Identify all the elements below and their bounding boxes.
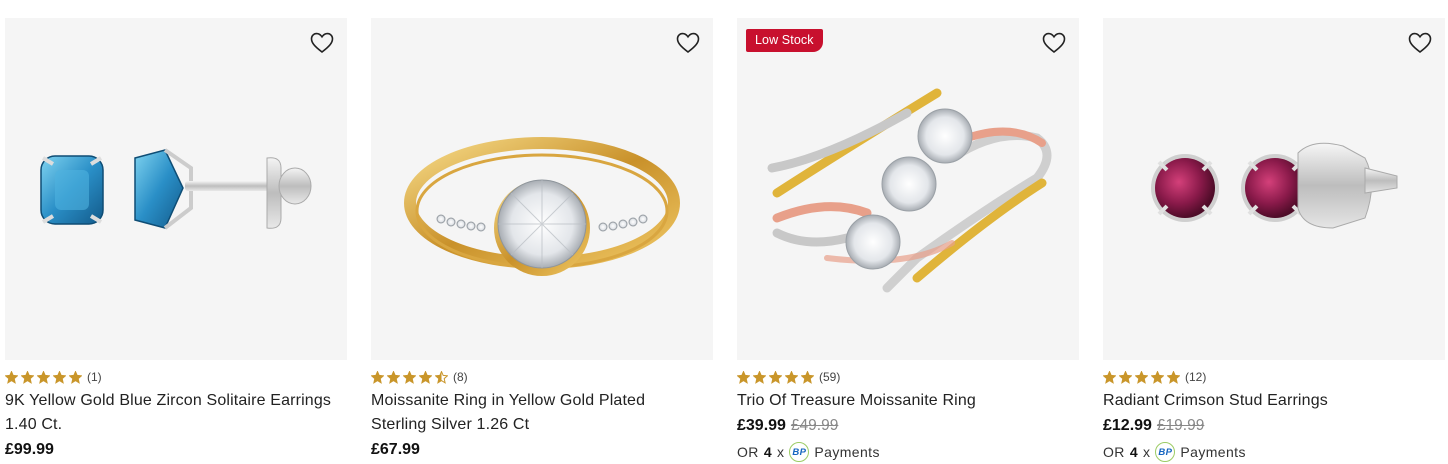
- price-row: £99.99: [5, 440, 347, 460]
- star-icon: [435, 370, 448, 384]
- heart-outline-icon[interactable]: [1042, 32, 1066, 54]
- blue-zircon-earrings-image: [40, 148, 312, 230]
- payments-label: Payments: [814, 444, 880, 460]
- price-row: £12.99 £19.99: [1103, 416, 1445, 436]
- payments-or-label: OR: [1103, 444, 1125, 460]
- product-title[interactable]: Moissanite Ring in Yellow Gold Plated St…: [371, 389, 701, 437]
- product-image[interactable]: [371, 18, 713, 360]
- product-price: £99.99: [5, 441, 54, 458]
- product-price: £39.99: [737, 417, 786, 434]
- rating-stars: [737, 370, 814, 384]
- product-rating: (8): [371, 369, 713, 385]
- payments-or-label: OR: [737, 444, 759, 460]
- rating-stars: [371, 370, 448, 384]
- product-title[interactable]: 9K Yellow Gold Blue Zircon Solitaire Ear…: [5, 389, 335, 437]
- payments-times: x: [1143, 444, 1151, 460]
- review-count: (59): [819, 370, 841, 384]
- installment-payments[interactable]: OR 4 x BP Payments: [737, 442, 1079, 462]
- product-rating: (1): [5, 369, 347, 385]
- star-icon: [1119, 370, 1132, 384]
- star-icon: [753, 370, 766, 384]
- star-icon: [1103, 370, 1116, 384]
- review-count: (12): [1185, 370, 1207, 384]
- product-grid: (1) 9K Yellow Gold Blue Zircon Solitaire…: [5, 18, 1445, 462]
- product-card[interactable]: (1) 9K Yellow Gold Blue Zircon Solitaire…: [5, 18, 347, 462]
- product-price: £67.99: [371, 441, 420, 458]
- bp-logo-icon: BP: [789, 442, 810, 462]
- low-stock-badge: Low Stock: [746, 29, 823, 52]
- payments-count: 4: [763, 444, 772, 460]
- star-icon: [769, 370, 782, 384]
- product-image[interactable]: Low Stock: [737, 18, 1079, 360]
- star-icon: [387, 370, 400, 384]
- original-price: £49.99: [790, 417, 839, 434]
- product-card[interactable]: (8) Moissanite Ring in Yellow Gold Plate…: [371, 18, 713, 462]
- price-row: £39.99 £49.99: [737, 416, 1079, 436]
- star-icon: [371, 370, 384, 384]
- installment-payments[interactable]: OR 4 x BP Payments: [1103, 442, 1445, 462]
- bp-logo-icon: BP: [1155, 442, 1176, 462]
- star-icon: [1151, 370, 1164, 384]
- product-card[interactable]: Low Stock (59) Trio Of Treasure Moissani…: [737, 18, 1079, 462]
- star-icon: [1167, 370, 1180, 384]
- product-price: £12.99: [1103, 417, 1152, 434]
- product-rating: (12): [1103, 369, 1445, 385]
- heart-outline-icon[interactable]: [676, 32, 700, 54]
- star-icon: [37, 370, 50, 384]
- heart-outline-icon[interactable]: [310, 32, 334, 54]
- product-card[interactable]: (12) Radiant Crimson Stud Earrings £12.9…: [1103, 18, 1445, 462]
- star-icon: [785, 370, 798, 384]
- product-image[interactable]: [5, 18, 347, 360]
- crimson-stud-earrings-image: [1151, 142, 1398, 229]
- product-title[interactable]: Trio Of Treasure Moissanite Ring: [737, 389, 1067, 413]
- payments-count: 4: [1129, 444, 1138, 460]
- star-icon: [403, 370, 416, 384]
- price-row: £67.99: [371, 440, 713, 460]
- product-rating: (59): [737, 369, 1079, 385]
- star-icon: [21, 370, 34, 384]
- product-image[interactable]: [1103, 18, 1445, 360]
- trio-moissanite-ring-image: [767, 88, 1052, 293]
- heart-outline-icon[interactable]: [1408, 32, 1432, 54]
- star-icon: [419, 370, 432, 384]
- payments-times: x: [777, 444, 785, 460]
- product-title[interactable]: Radiant Crimson Stud Earrings: [1103, 389, 1433, 413]
- star-icon: [801, 370, 814, 384]
- moissanite-ring-image: [404, 137, 680, 276]
- star-icon: [53, 370, 66, 384]
- review-count: (1): [87, 370, 102, 384]
- star-icon: [737, 370, 750, 384]
- original-price: £19.99: [1156, 417, 1205, 434]
- review-count: (8): [453, 370, 468, 384]
- payments-label: Payments: [1180, 444, 1246, 460]
- star-icon: [1135, 370, 1148, 384]
- rating-stars: [1103, 370, 1180, 384]
- rating-stars: [5, 370, 82, 384]
- star-icon: [69, 370, 82, 384]
- star-icon: [5, 370, 18, 384]
